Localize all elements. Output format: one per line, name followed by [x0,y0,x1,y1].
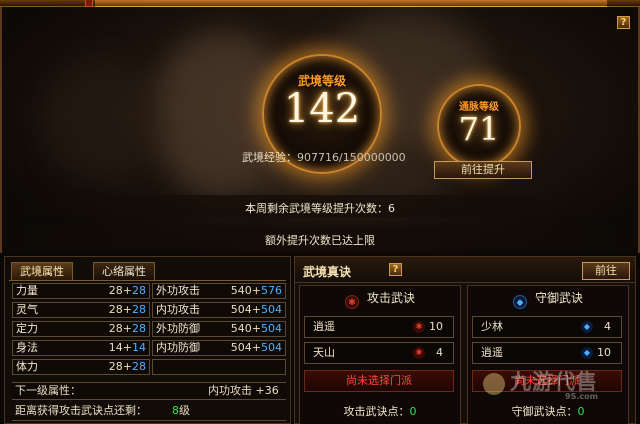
attack-art-panel: ✱ 攻击武诀 逍遥 ✱ 10 天山 ✱ 4 尚未选择门派 攻击武诀点：0 [299,285,461,424]
defense-skill-row[interactable]: 逍遥 ◆ 10 [472,342,622,364]
defense-art-panel: ◆ 守御武诀 少林 ◆ 4 逍遥 ◆ 10 尚未选择门派 守御武诀点：0 [467,285,629,424]
meridian-level-orb: 通脉等级 71 [437,84,521,168]
tab-realm-attributes[interactable]: 武境属性 [11,262,73,280]
stat-row: 身法 14+14 内功防御 504+504 [12,340,286,357]
distance-label: 距离获得攻击武诀点还剩： [15,404,147,417]
attack-emblem-icon: ✱ [413,321,425,333]
shield-icon: ◆ [581,347,593,359]
attack-emblem-icon: ✱ [413,347,425,359]
realm-exp-label: 武境经验： [242,151,297,164]
realm-level-value: 142 [283,86,361,132]
stat-outer-attack: 外功攻击 540+576 [152,283,286,299]
stat-row: 体力 28+28 [12,359,286,376]
attack-points: 攻击武诀点：0 [343,405,417,418]
stat-strength: 力量 28+28 [12,283,150,299]
shield-icon: ◆ [581,321,593,333]
watermark: 九游代售 9S.com [510,370,598,401]
stat-row: 定力 28+28 外功防御 540+504 [12,321,286,338]
secret-help-icon[interactable]: ? [389,263,402,276]
next-level-value: 内功攻击 +36 [208,384,279,397]
tab-meridian-attributes[interactable]: 心络属性 [93,262,155,280]
defense-points: 守御武诀点：0 [511,405,585,418]
stat-inner-attack: 内功攻击 504+504 [152,302,286,318]
attack-skill-row[interactable]: 天山 ✱ 4 [304,342,454,364]
stat-empty-cell [152,359,286,375]
realm-exp-value: 907716/150000000 [297,151,406,164]
next-level-label: 下一级属性： [15,384,81,397]
stat-inner-defense: 内功防御 504+504 [152,340,286,356]
stat-outer-defense: 外功防御 540+504 [152,321,286,337]
stat-focus: 定力 28+28 [12,321,150,337]
watermark-logo-icon [483,373,505,395]
stat-vitality: 体力 28+28 [12,359,150,375]
secret-art-header: 武境真诀 ? 前往 [295,257,635,283]
meridian-level-value: 71 [458,110,500,148]
stat-row: 灵气 28+28 内功攻击 504+504 [12,302,286,319]
title-plate [95,0,607,7]
distance-value: 8 [172,404,179,417]
next-level-attributes: 下一级属性： 内功攻击 +36 [12,382,286,400]
stat-spirit: 灵气 28+28 [12,302,150,318]
attack-point-distance: 距离获得攻击武诀点还剩： 8级 [12,401,286,421]
secret-art-title: 武境真诀 [303,265,352,279]
realm-exp: 武境经验：907716/150000000 [242,149,406,165]
help-icon[interactable]: ? [617,16,630,29]
secret-goto-button[interactable]: 前往 [582,262,630,280]
close-icon[interactable] [85,0,93,7]
defense-art-title: ◆ 守御武诀 [468,290,628,309]
shield-icon: ◆ [512,295,527,309]
distance-unit: 级 [179,404,190,417]
stat-row: 力量 28+28 外功攻击 540+576 [12,283,286,300]
defense-skill-row[interactable]: 少林 ◆ 4 [472,316,622,338]
attack-art-title: ✱ 攻击武诀 [300,290,460,309]
weekly-upgrade-count: 本周剩余武境等级提升次数：6 [245,202,395,215]
attack-unchosen-sect[interactable]: 尚未选择门派 [304,370,454,392]
attack-emblem-icon: ✱ [344,295,359,309]
tab-divider [9,280,286,281]
stat-agility: 身法 14+14 [12,340,150,356]
extra-upgrade-status: 额外提升次数已达上限 [265,234,375,247]
attack-skill-row[interactable]: 逍遥 ✱ 10 [304,316,454,338]
goto-upgrade-button[interactable]: 前往提升 [434,161,532,179]
